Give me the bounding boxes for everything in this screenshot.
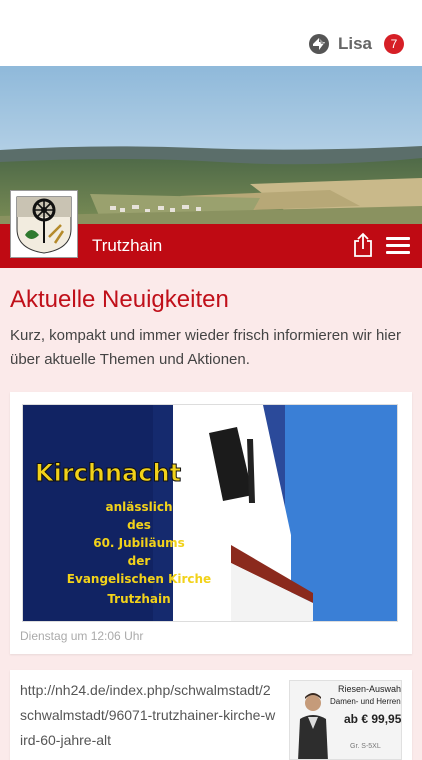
top-bar: Lisa 7 xyxy=(0,0,422,67)
app-logo-icon xyxy=(308,34,329,54)
ad-size: Gr. S-5XL xyxy=(350,743,381,750)
town-crest-logo[interactable] xyxy=(10,190,78,258)
svg-text:Evangelischen Kirche: Evangelischen Kirche xyxy=(67,572,211,586)
post-link[interactable]: http://nh24.de/index.php/schwalmstadt/2 … xyxy=(20,678,278,753)
svg-text:60. Jubiläums: 60. Jubiläums xyxy=(93,536,185,550)
news-intro: Kurz, kompakt und immer wieder frisch in… xyxy=(10,327,401,368)
svg-text:anlässlich: anlässlich xyxy=(105,500,172,514)
svg-text:des: des xyxy=(127,518,151,532)
ad-line-1: Riesen-Auswah xyxy=(338,684,402,694)
svg-text:der: der xyxy=(128,554,151,568)
post-date: Dienstag um 12:06 Uhr xyxy=(20,629,144,643)
advertisement-thumbnail[interactable]: Riesen-Auswah Damen- und Herren- ab € 99… xyxy=(289,680,402,760)
notification-badge[interactable]: 7 xyxy=(384,34,404,54)
user-account[interactable]: Lisa 7 xyxy=(308,33,404,55)
user-name: Lisa xyxy=(337,34,372,53)
svg-text:Trutzhain: Trutzhain xyxy=(107,592,170,606)
news-post-card[interactable]: http://nh24.de/index.php/schwalmstadt/2 … xyxy=(10,670,412,760)
ad-line-2: Damen- und Herren- xyxy=(330,697,402,706)
news-post-card[interactable]: Kirchnacht anlässlich des 60. Jubiläums … xyxy=(10,392,412,654)
town-name: Trutzhain xyxy=(92,236,163,255)
share-icon[interactable] xyxy=(352,232,374,258)
post-image[interactable]: Kirchnacht anlässlich des 60. Jubiläums … xyxy=(22,404,398,622)
hamburger-menu-icon[interactable] xyxy=(386,237,410,255)
poster-headline: Kirchnacht xyxy=(35,459,181,487)
news-title: Aktuelle Neuigkeiten xyxy=(10,286,229,313)
ad-price: ab € 99,95 xyxy=(344,712,402,726)
